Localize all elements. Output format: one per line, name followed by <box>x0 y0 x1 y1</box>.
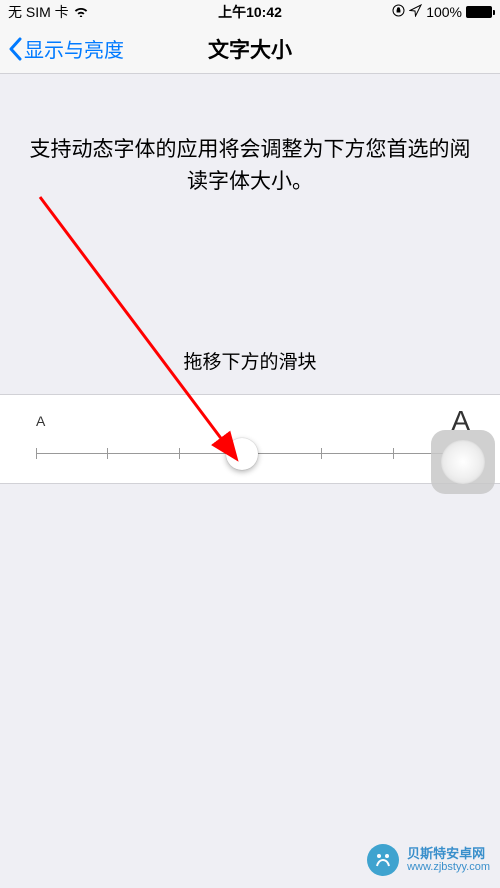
instruction-text: 拖移下方的滑块 <box>0 347 500 374</box>
status-left: 无 SIM 卡 <box>8 2 89 22</box>
slider-thumb[interactable] <box>226 438 258 470</box>
battery-percentage: 100% <box>426 4 462 20</box>
status-bar: 无 SIM 卡 上午10:42 100% <box>0 0 500 24</box>
watermark: 贝斯特安卓网 www.zjbstyy.com <box>365 842 490 878</box>
navigation-bar: 显示与亮度 文字大小 <box>0 24 500 74</box>
carrier-text: 无 SIM 卡 <box>8 2 69 22</box>
slider-tick <box>393 448 394 459</box>
page-title: 文字大小 <box>208 34 292 64</box>
small-text-label: A <box>36 413 45 429</box>
location-icon <box>409 4 422 20</box>
status-right: 100% <box>392 4 492 20</box>
assistive-touch-icon <box>441 440 485 484</box>
description-text: 支持动态字体的应用将会调整为下方您首选的阅读字体大小。 <box>0 134 500 197</box>
assistive-touch-button[interactable] <box>431 430 495 494</box>
battery-icon <box>466 6 492 18</box>
watermark-title: 贝斯特安卓网 <box>407 846 490 862</box>
watermark-url: www.zjbstyy.com <box>407 861 490 874</box>
status-time: 上午10:42 <box>218 2 282 22</box>
slider-tick <box>179 448 180 459</box>
slider-tick <box>107 448 108 459</box>
slider-tick <box>321 448 322 459</box>
wifi-icon <box>73 4 89 20</box>
content-area: 支持动态字体的应用将会调整为下方您首选的阅读字体大小。 拖移下方的滑块 A A <box>0 74 500 484</box>
back-button[interactable]: 显示与亮度 <box>8 34 124 63</box>
chevron-left-icon <box>8 37 22 61</box>
back-label: 显示与亮度 <box>24 34 124 63</box>
text-size-slider-panel: A A <box>0 394 500 484</box>
orientation-lock-icon <box>392 4 405 20</box>
slider-tick <box>36 448 37 459</box>
watermark-logo-icon <box>365 842 401 878</box>
